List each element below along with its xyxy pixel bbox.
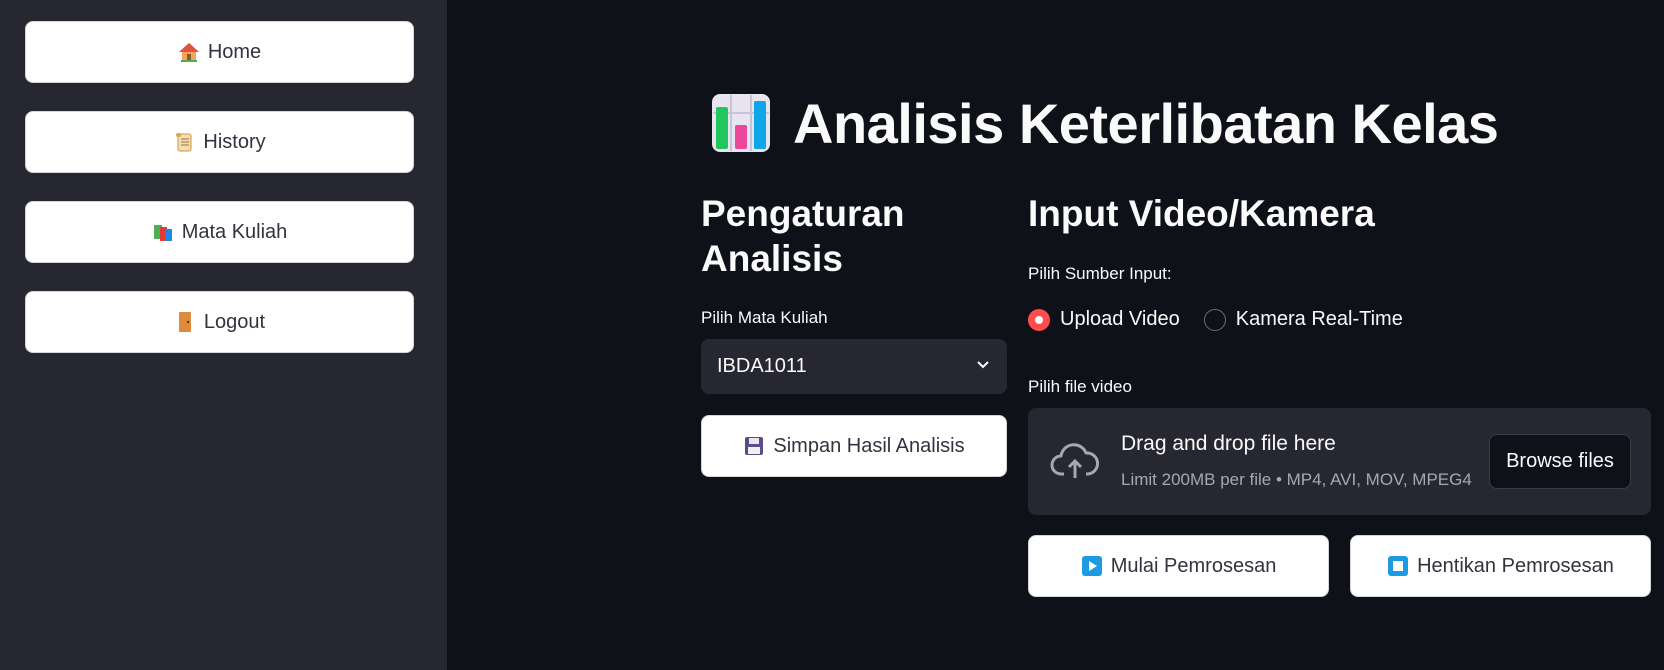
settings-heading: Pengaturan Analisis — [701, 191, 905, 281]
radio-label: Upload Video — [1060, 308, 1180, 330]
course-select[interactable]: IBDA1011 — [701, 339, 1007, 394]
bar-chart-icon — [712, 94, 770, 152]
dropzone-limit: Limit 200MB per file • MP4, AVI, MOV, MP… — [1121, 470, 1472, 489]
house-icon — [178, 41, 200, 63]
stop-processing-button[interactable]: Hentikan Pemrosesan — [1350, 535, 1651, 597]
floppy-disk-icon — [743, 435, 765, 457]
books-icon — [152, 221, 174, 243]
radio-kamera-real-time[interactable]: Kamera Real-Time — [1203, 308, 1403, 331]
radio-unselected-indicator — [1203, 308, 1226, 331]
settings-heading-line1: Pengaturan — [701, 193, 905, 234]
sidebar-item-label: Logout — [203, 310, 266, 333]
sidebar-item-mata-kuliah[interactable]: Mata Kuliah — [25, 201, 414, 263]
radio-label: Kamera Real-Time — [1235, 308, 1403, 330]
stop-icon — [1387, 555, 1409, 577]
course-select-value: IBDA1011 — [717, 355, 807, 377]
file-label: Pilih file video — [1028, 377, 1132, 396]
start-processing-label: Mulai Pemrosesan — [1110, 554, 1277, 577]
sidebar-item-home[interactable]: Home — [25, 21, 414, 83]
source-label: Pilih Sumber Input: — [1028, 264, 1172, 283]
radio-upload-video[interactable]: Upload Video — [1028, 308, 1180, 331]
chevron-down-icon — [975, 355, 991, 378]
sidebar-item-label: History — [203, 130, 266, 153]
sidebar-item-logout[interactable]: Logout — [25, 291, 414, 353]
file-dropzone[interactable]: Drag and drop file here Limit 200MB per … — [1028, 408, 1651, 515]
main-content: Analisis Keterlibatan Kelas Pengaturan A… — [447, 0, 1664, 670]
save-analysis-label: Simpan Hasil Analisis — [773, 434, 965, 457]
settings-heading-line2: Analisis — [701, 238, 843, 279]
dropzone-instruction: Drag and drop file here — [1121, 432, 1336, 455]
scroll-icon — [173, 131, 195, 153]
sidebar-item-history[interactable]: History — [25, 111, 414, 173]
sidebar-item-label: Home — [207, 40, 262, 63]
course-label: Pilih Mata Kuliah — [701, 308, 828, 327]
sidebar-item-label: Mata Kuliah — [181, 220, 288, 243]
cloud-upload-icon — [1050, 443, 1100, 478]
start-processing-button[interactable]: Mulai Pemrosesan — [1028, 535, 1329, 597]
save-analysis-button[interactable]: Simpan Hasil Analisis — [701, 415, 1007, 477]
stop-processing-label: Hentikan Pemrosesan — [1417, 554, 1614, 577]
source-radio-group: Upload Video Kamera Real-Time — [1028, 308, 1427, 331]
page-title-text: Analisis Keterlibatan Kelas — [793, 91, 1499, 155]
browse-files-button[interactable]: Browse files — [1489, 434, 1631, 489]
radio-selected-indicator — [1028, 308, 1050, 331]
input-heading: Input Video/Kamera — [1028, 193, 1375, 234]
sidebar: Home History Mata Kuliah Logout — [0, 0, 447, 670]
play-icon — [1081, 555, 1103, 577]
door-icon — [174, 311, 196, 333]
page-title: Analisis Keterlibatan Kelas — [711, 88, 1499, 158]
